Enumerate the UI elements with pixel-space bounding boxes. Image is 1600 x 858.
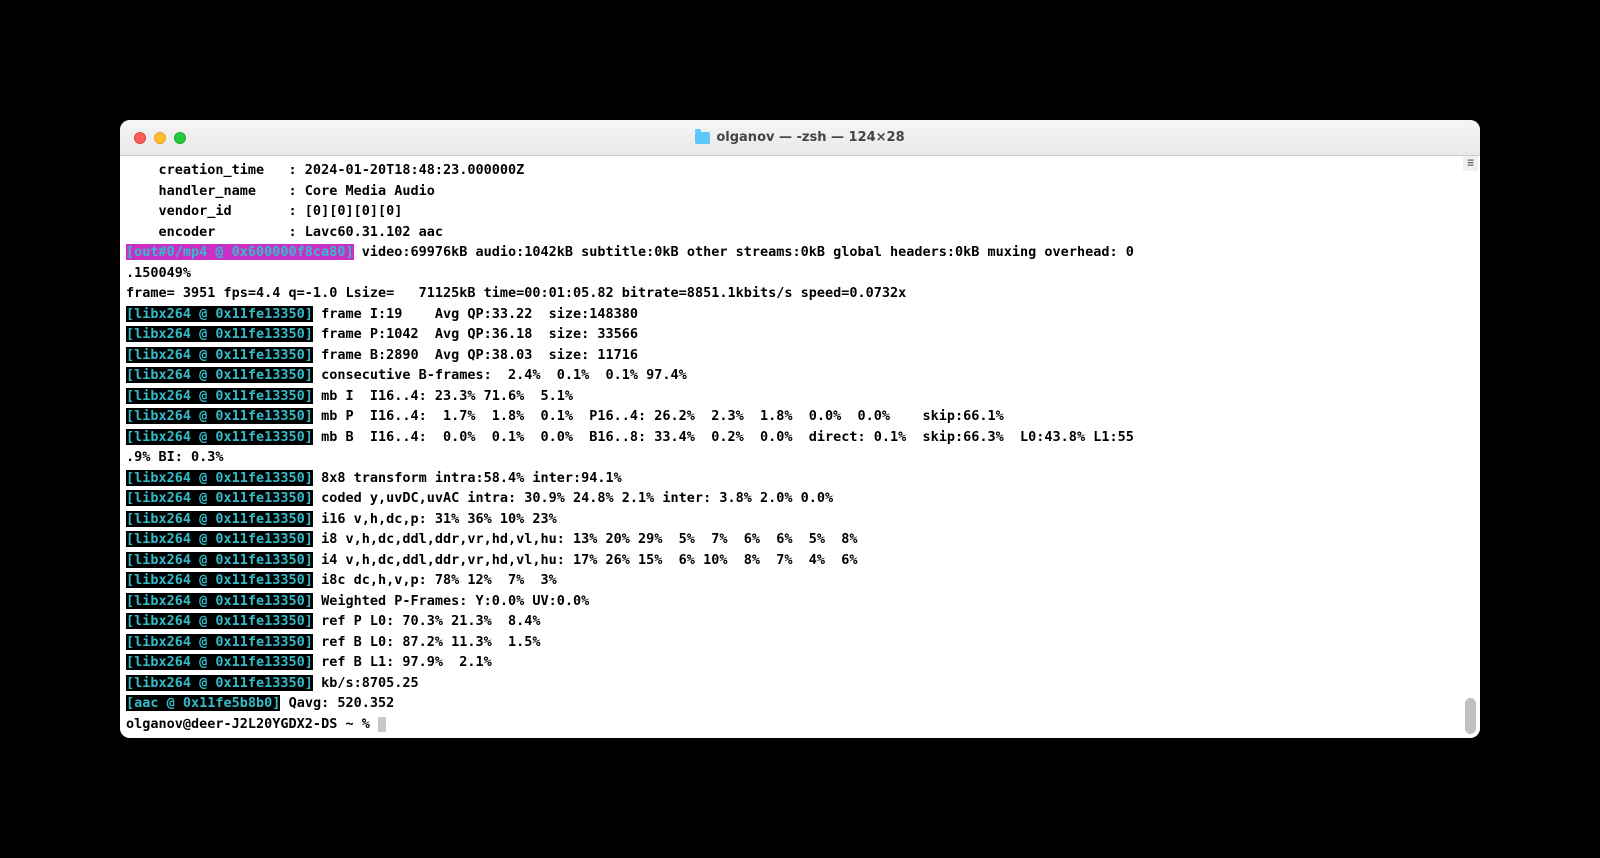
libx-tag: [libx264 @ 0x11fe13350] bbox=[126, 367, 313, 383]
libx-line: ref P L0: 70.3% 21.3% 8.4% bbox=[313, 613, 541, 629]
libx-line: mb B I16..4: 0.0% 0.1% 0.0% B16..8: 33.4… bbox=[313, 429, 1134, 445]
scrollbar-thumb[interactable] bbox=[1465, 698, 1476, 734]
libx-line: frame B:2890 Avg QP:38.03 size: 11716 bbox=[313, 347, 638, 363]
libx-line: mb I I16..4: 23.3% 71.6% 5.1% bbox=[313, 388, 573, 404]
libx-line: i8 v,h,dc,ddl,ddr,vr,hd,vl,hu: 13% 20% 2… bbox=[313, 531, 858, 547]
close-button[interactable] bbox=[134, 132, 146, 144]
aac-tag: [aac @ 0x11fe5b8b0] bbox=[126, 695, 280, 711]
frame-line: frame= 3951 fps=4.4 q=-1.0 Lsize= 71125k… bbox=[126, 285, 939, 301]
terminal-window: olganov — -zsh — 124×28 creation_time : … bbox=[120, 120, 1480, 738]
libx-line: i16 v,h,dc,p: 31% 36% 10% 23% bbox=[313, 511, 557, 527]
cursor bbox=[378, 717, 386, 732]
scrollbar[interactable] bbox=[1463, 156, 1478, 738]
shell-prompt: olganov@deer-J2L20YGDX2-DS ~ % bbox=[126, 716, 378, 732]
libx-tag: [libx264 @ 0x11fe13350] bbox=[126, 429, 313, 445]
libx-tag: [libx264 @ 0x11fe13350] bbox=[126, 613, 313, 629]
libx-tag: [libx264 @ 0x11fe13350] bbox=[126, 470, 313, 486]
libx-tag: [libx264 @ 0x11fe13350] bbox=[126, 675, 313, 691]
meta-line: creation_time : 2024-01-20T18:48:23.0000… bbox=[126, 162, 524, 178]
libx-line: ref B L1: 97.9% 2.1% bbox=[313, 654, 492, 670]
libx-line: frame P:1042 Avg QP:36.18 size: 33566 bbox=[313, 326, 638, 342]
libx-line: i4 v,h,dc,ddl,ddr,vr,hd,vl,hu: 17% 26% 1… bbox=[313, 552, 858, 568]
out-tag: [out#0/mp4 @ 0x600000f8ca80] bbox=[126, 244, 354, 260]
libx-tag: [libx264 @ 0x11fe13350] bbox=[126, 654, 313, 670]
libx-line: i8c dc,h,v,p: 78% 12% 7% 3% bbox=[313, 572, 557, 588]
libx-cont: .9% BI: 0.3% bbox=[126, 449, 224, 465]
folder-icon bbox=[695, 132, 710, 144]
window-title-text: olganov — -zsh — 124×28 bbox=[716, 130, 904, 145]
libx-line: consecutive B-frames: 2.4% 0.1% 0.1% 97.… bbox=[313, 367, 687, 383]
libx-line: mb P I16..4: 1.7% 1.8% 0.1% P16..4: 26.2… bbox=[313, 408, 1004, 424]
libx-tag: [libx264 @ 0x11fe13350] bbox=[126, 490, 313, 506]
libx-tag: [libx264 @ 0x11fe13350] bbox=[126, 326, 313, 342]
meta-line: vendor_id : [0][0][0][0] bbox=[126, 203, 402, 219]
meta-line: handler_name : Core Media Audio bbox=[126, 183, 435, 199]
libx-line: 8x8 transform intra:58.4% inter:94.1% bbox=[313, 470, 622, 486]
libx-line: frame I:19 Avg QP:33.22 size:148380 bbox=[313, 306, 638, 322]
libx-tag: [libx264 @ 0x11fe13350] bbox=[126, 306, 313, 322]
libx-tag: [libx264 @ 0x11fe13350] bbox=[126, 511, 313, 527]
minimize-button[interactable] bbox=[154, 132, 166, 144]
out-tail: video:69976kB audio:1042kB subtitle:0kB … bbox=[354, 244, 1134, 260]
libx-tag: [libx264 @ 0x11fe13350] bbox=[126, 408, 313, 424]
libx-line: kb/s:8705.25 bbox=[313, 675, 419, 691]
libx-tag: [libx264 @ 0x11fe13350] bbox=[126, 388, 313, 404]
libx-tag: [libx264 @ 0x11fe13350] bbox=[126, 552, 313, 568]
window-controls bbox=[120, 132, 186, 144]
scroll-top-icon[interactable] bbox=[1463, 156, 1478, 171]
libx-line: ref B L0: 87.2% 11.3% 1.5% bbox=[313, 634, 541, 650]
terminal-content[interactable]: creation_time : 2024-01-20T18:48:23.0000… bbox=[120, 156, 1480, 738]
libx-tag: [libx264 @ 0x11fe13350] bbox=[126, 347, 313, 363]
libx-line: Weighted P-Frames: Y:0.0% UV:0.0% bbox=[313, 593, 589, 609]
libx-tag: [libx264 @ 0x11fe13350] bbox=[126, 593, 313, 609]
libx-tag: [libx264 @ 0x11fe13350] bbox=[126, 634, 313, 650]
titlebar: olganov — -zsh — 124×28 bbox=[120, 120, 1480, 156]
meta-line: encoder : Lavc60.31.102 aac bbox=[126, 224, 443, 240]
libx-tag: [libx264 @ 0x11fe13350] bbox=[126, 531, 313, 547]
libx-line: coded y,uvDC,uvAC intra: 30.9% 24.8% 2.1… bbox=[313, 490, 833, 506]
maximize-button[interactable] bbox=[174, 132, 186, 144]
libx-tag: [libx264 @ 0x11fe13350] bbox=[126, 572, 313, 588]
window-title: olganov — -zsh — 124×28 bbox=[120, 130, 1480, 145]
aac-line: Qavg: 520.352 bbox=[280, 695, 394, 711]
out-cont: .150049% bbox=[126, 265, 191, 281]
